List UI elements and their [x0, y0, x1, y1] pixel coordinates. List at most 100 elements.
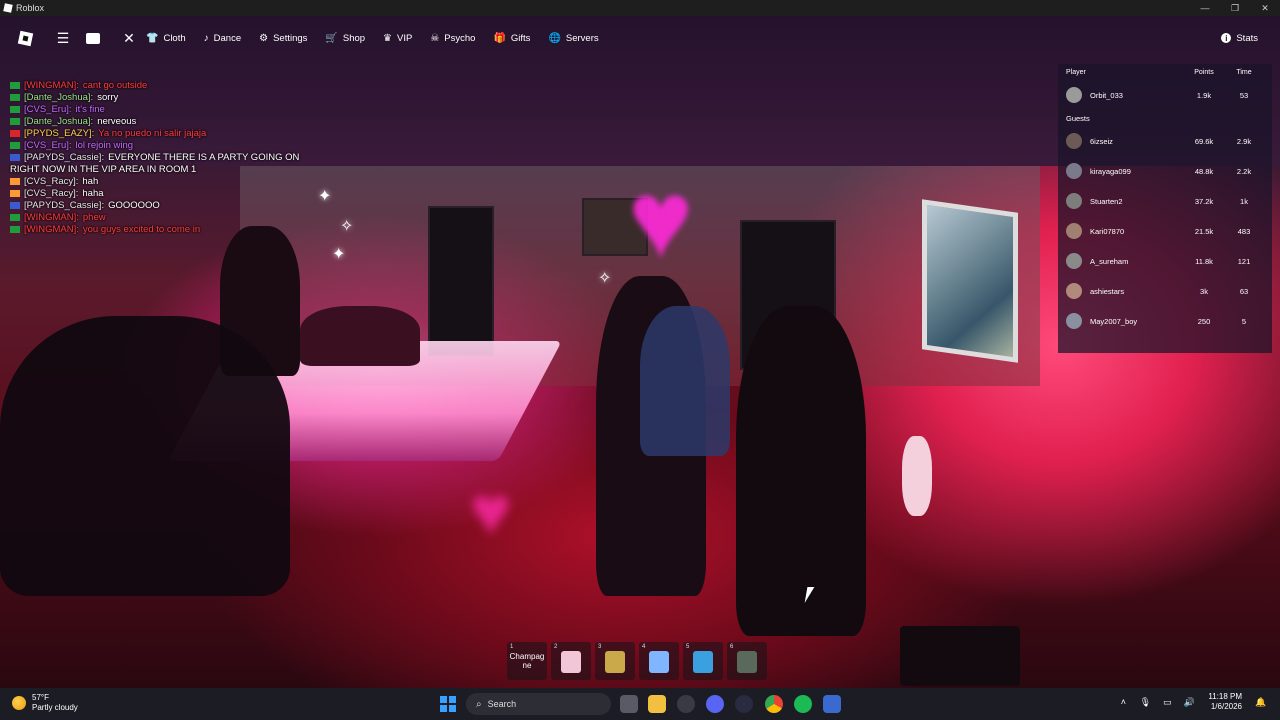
header-time: Time — [1236, 68, 1252, 76]
windows-start-button[interactable] — [440, 696, 456, 712]
discord-icon[interactable] — [706, 695, 724, 713]
leaderboard-guest-rows: 6izseiz 69.6k 2.9k kirayaga099 48.8k 2.2k Stua… — [1058, 126, 1272, 336]
chrome-icon[interactable] — [765, 695, 783, 713]
landscape-painting — [922, 199, 1018, 363]
system-tray: ˄ 🎙 ▭ 🔊 11:18 PM 1/6/2026 🔔 — [1112, 692, 1272, 712]
player-time: 483 — [1237, 226, 1251, 236]
leaderboard-row[interactable]: Orbit_033 1.9k 53 — [1058, 80, 1272, 110]
leaderboard-row[interactable]: 6izseiz 69.6k 2.9k — [1058, 126, 1272, 156]
task-view-icon[interactable] — [620, 695, 638, 713]
side-table — [900, 626, 1020, 686]
chat-username[interactable]: [WINGMAN]: — [24, 212, 79, 223]
chat-text: hah — [82, 176, 99, 187]
menu-vip[interactable]: ♛ VIP — [383, 28, 412, 48]
crown-icon: ♛ — [383, 32, 393, 44]
hotbar-slot[interactable]: 1 Champag ne — [507, 642, 547, 680]
country-flag-icon — [10, 141, 20, 149]
menu-psycho[interactable]: ☠ Psycho — [430, 28, 475, 48]
player-time: 53 — [1239, 90, 1249, 100]
weather-widget[interactable]: 57°F Partly cloudy — [12, 693, 78, 713]
spotify-icon[interactable] — [794, 695, 812, 713]
hotbar-slot[interactable]: 4 — [639, 642, 679, 680]
leaderboard-row[interactable]: Kari07870 21.5k 483 — [1058, 216, 1272, 246]
item-icon — [649, 651, 669, 673]
stats-button[interactable]: i Stats — [1221, 28, 1258, 48]
hotbar-slot[interactable]: 6 — [727, 642, 767, 680]
avatar-character — [640, 306, 730, 456]
close-menu-button[interactable]: ✕ — [116, 28, 142, 48]
game-menu-bar: 👕 Cloth ♪ Dance ⚙ Settings 🛒 Shop ♛ VIP ☠ Psyc… — [146, 28, 617, 48]
menu-settings[interactable]: ⚙ Settings — [259, 28, 307, 48]
chevron-up-icon[interactable]: ˄ — [1115, 697, 1131, 707]
chat-message: [PAPYDS_Cassie]: EVERYONE THERE IS A PART… — [10, 152, 320, 176]
country-flag-icon — [10, 213, 20, 221]
notification-bell-icon[interactable]: 🔔 — [1253, 697, 1269, 708]
menu-cloth[interactable]: 👕 Cloth — [146, 28, 186, 48]
leaderboard-row[interactable]: ashiestars 3k 63 — [1058, 276, 1272, 306]
leaderboard-row[interactable]: A_sureham 11.8k 121 — [1058, 246, 1272, 276]
hamburger-menu-button[interactable]: ☰ — [50, 28, 76, 48]
leaderboard-row[interactable]: kirayaga099 48.8k 2.2k — [1058, 156, 1272, 186]
chat-username[interactable]: [Dante_Joshua]: — [24, 116, 93, 127]
chat-text: haha — [82, 188, 104, 199]
app-arrow-icon[interactable] — [735, 695, 753, 713]
chat-message: [CVS_Racy]: haha — [10, 188, 320, 200]
taskbar-clock[interactable]: 11:18 PM 1/6/2026 — [1208, 692, 1242, 712]
item-icon — [605, 651, 625, 673]
leaderboard-row[interactable]: Stuarten2 37.2k 1k — [1058, 186, 1272, 216]
file-explorer-icon[interactable] — [648, 695, 666, 713]
menu-servers[interactable]: 🌐 Servers — [548, 28, 598, 48]
chat-message: [PPYDS_EAZY]: Ya no puedo ni salir jajaja — [10, 128, 320, 140]
microphone-icon[interactable]: 🎙 — [1137, 697, 1153, 708]
taskbar-search[interactable]: ⌕ Search — [466, 693, 611, 715]
player-time: 2.2k — [1236, 166, 1252, 176]
chat-text: sorry — [97, 92, 119, 103]
chat-text: nerveous — [97, 116, 137, 127]
menu-label: VIP — [397, 32, 413, 44]
hotbar-slot[interactable]: 3 — [595, 642, 635, 680]
minimize-button[interactable]: — — [1190, 0, 1220, 16]
app-icon[interactable] — [677, 695, 695, 713]
chat-username[interactable]: [PAPYDS_Cassie]: — [24, 152, 104, 163]
player-points: 48.8k — [1194, 166, 1214, 176]
guests-section-label: Guests — [1066, 113, 1090, 123]
chat-username[interactable]: [WINGMAN]: — [24, 80, 79, 91]
hamburger-icon: ☰ — [56, 29, 70, 46]
chat-username[interactable]: [PAPYDS_Cassie]: — [24, 200, 104, 211]
roblox-menu-button[interactable] — [12, 28, 38, 48]
search-icon: ⌕ — [476, 698, 482, 710]
roblox-small-icon — [3, 3, 13, 13]
chat-username[interactable]: [PPYDS_EAZY]: — [24, 128, 94, 139]
chat-log: [WINGMAN]: cant go outside [Dante_Joshua]:… — [10, 80, 320, 236]
chat-username[interactable]: [WINGMAN]: — [24, 224, 79, 235]
menu-label: Servers — [565, 32, 599, 44]
chat-toggle-button[interactable] — [80, 28, 106, 48]
avatar-character — [0, 316, 290, 596]
player-avatar — [1066, 163, 1082, 179]
close-window-button[interactable]: ✕ — [1250, 0, 1280, 16]
hotbar-slot[interactable]: 2 — [551, 642, 591, 680]
globe-icon: 🌐 — [548, 32, 561, 44]
player-points: 21.5k — [1194, 226, 1214, 236]
network-icon[interactable]: ▭ — [1159, 697, 1175, 708]
roblox-window: Roblox — ❐ ✕ ♥ ♥ ✦ ✧ ✦ ✧ ☰ ✕ 👕 Cloth ♪ D… — [0, 0, 1280, 720]
menu-dance[interactable]: ♪ Dance — [204, 28, 241, 48]
chat-text: GOOOOOO — [108, 200, 160, 211]
chat-username[interactable]: [CVS_Racy]: — [24, 176, 78, 187]
restore-button[interactable]: ❐ — [1220, 0, 1250, 16]
chat-username[interactable]: [Dante_Joshua]: — [24, 92, 93, 103]
menu-gifts[interactable]: 🎁 Gifts — [493, 28, 530, 48]
hotbar-slot[interactable]: 5 — [683, 642, 723, 680]
chat-username[interactable]: [CVS_Eru]: — [24, 140, 72, 151]
info-icon: i — [1221, 33, 1232, 43]
roblox-taskbar-icon[interactable] — [823, 695, 841, 713]
roblox-logo-icon — [17, 30, 33, 46]
player-name: Orbit_033 — [1090, 90, 1123, 100]
leaderboard-row[interactable]: May2007_boy 250 5 — [1058, 306, 1272, 336]
slot-number: 1 — [510, 644, 514, 650]
player-avatar — [1066, 87, 1082, 103]
chat-username[interactable]: [CVS_Eru]: — [24, 104, 72, 115]
menu-shop[interactable]: 🛒 Shop — [325, 28, 365, 48]
chat-username[interactable]: [CVS_Racy]: — [24, 188, 78, 199]
volume-icon[interactable]: 🔊 — [1181, 697, 1197, 708]
